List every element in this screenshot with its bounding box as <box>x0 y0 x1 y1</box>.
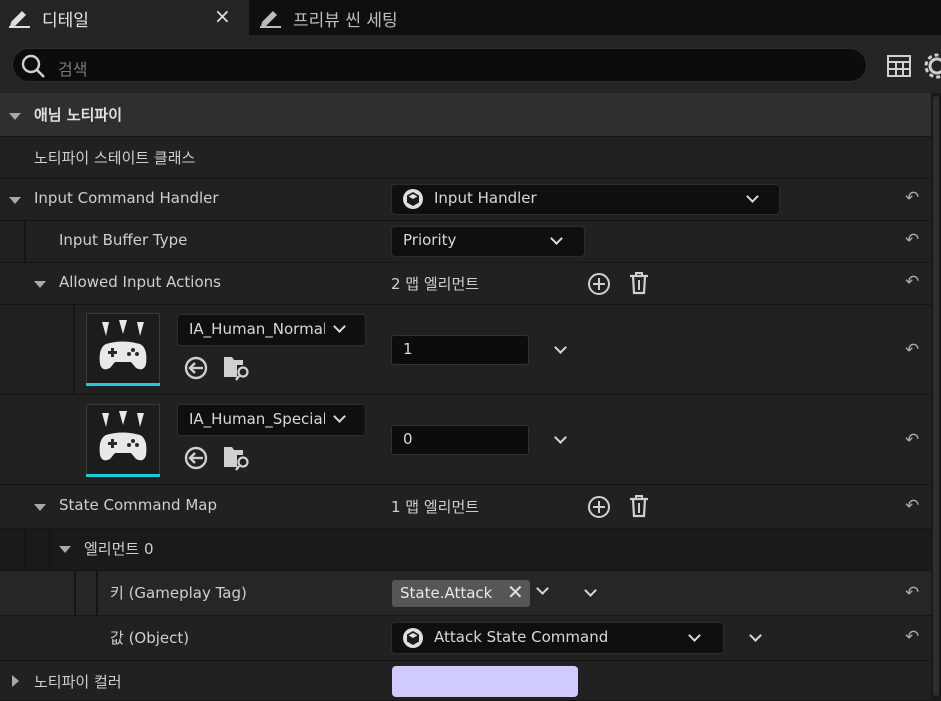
state-command-map-label: State Command Map <box>59 496 217 514</box>
expand-arrow-icon[interactable] <box>9 197 21 204</box>
input-handler-value: Input Handler <box>434 189 537 207</box>
search-input[interactable] <box>12 48 867 82</box>
trash-icon[interactable] <box>628 271 650 295</box>
collapse-arrow-icon[interactable] <box>9 113 21 120</box>
allowed-input-actions-count: 2 맵 엘리먼트 <box>391 275 480 293</box>
color-swatch[interactable] <box>392 666 578 697</box>
tab-details-label: 디테일 <box>42 11 89 31</box>
asset-type-underline <box>86 474 160 477</box>
use-selected-icon[interactable] <box>183 445 209 471</box>
collapse-arrow-icon[interactable] <box>12 675 19 687</box>
tab-details[interactable]: 디테일 × <box>0 0 249 35</box>
reset-icon[interactable]: ↶ <box>905 272 919 292</box>
reset-icon[interactable]: ↶ <box>905 430 919 450</box>
input-buffer-type-value: Priority <box>403 231 457 249</box>
gear-icon[interactable] <box>923 52 941 80</box>
gamepad-icon <box>99 411 147 461</box>
element-0-label: 엘리먼트 0 <box>84 540 154 558</box>
table-view-icon[interactable] <box>887 55 911 77</box>
gamepad-icon <box>99 320 147 370</box>
notify-state-class-label: 노티파이 스테이트 클래스 <box>34 149 196 167</box>
input-action-1-priority: 1 <box>403 340 413 358</box>
object-icon <box>403 628 423 648</box>
scrollbar-thumb[interactable] <box>933 96 939 696</box>
notify-color-label: 노티파이 컬러 <box>34 673 122 691</box>
close-icon[interactable]: × <box>214 4 231 28</box>
input-action-1-value: IA_Human_Normal <box>189 320 325 338</box>
category-label: 애님 노티파이 <box>34 106 123 124</box>
reset-icon[interactable]: ↶ <box>905 627 919 647</box>
reset-icon[interactable]: ↶ <box>905 583 919 603</box>
expand-arrow-icon[interactable] <box>59 546 71 553</box>
tab-preview-scene[interactable]: 프리뷰 씬 세팅 <box>249 0 941 35</box>
key-label: 키 (Gameplay Tag) <box>110 584 247 602</box>
reset-icon[interactable]: ↶ <box>905 496 919 516</box>
use-selected-icon[interactable] <box>183 355 209 381</box>
state-command-map-count: 1 맵 엘리먼트 <box>391 498 480 516</box>
add-element-icon[interactable] <box>587 495 611 519</box>
expand-arrow-icon[interactable] <box>34 281 46 288</box>
pencil-icon <box>9 11 30 28</box>
category-header[interactable] <box>0 93 931 137</box>
pencil-icon <box>260 11 281 28</box>
allowed-input-actions-label: Allowed Input Actions <box>59 273 221 291</box>
expand-arrow-icon[interactable] <box>34 504 46 511</box>
input-buffer-type-label: Input Buffer Type <box>59 231 188 249</box>
remove-tag-icon[interactable]: ✕ <box>507 580 524 604</box>
browse-folder-icon[interactable] <box>223 443 251 471</box>
tab-preview-label: 프리뷰 씬 세팅 <box>293 11 398 31</box>
trash-icon[interactable] <box>628 494 650 518</box>
reset-icon[interactable]: ↶ <box>905 340 919 360</box>
asset-type-underline <box>86 383 160 386</box>
add-element-icon[interactable] <box>587 272 611 296</box>
state-command-value: Attack State Command <box>434 628 609 646</box>
object-icon <box>403 189 423 209</box>
input-action-2-priority: 0 <box>403 430 413 448</box>
search-icon <box>21 54 45 78</box>
input-command-handler-label: Input Command Handler <box>34 189 219 207</box>
value-label: 값 (Object) <box>110 629 190 647</box>
browse-folder-icon[interactable] <box>223 353 251 381</box>
reset-icon[interactable]: ↶ <box>905 230 919 250</box>
reset-icon[interactable]: ↶ <box>905 188 919 208</box>
input-action-2-value: IA_Human_Special <box>189 410 325 428</box>
gameplay-tag-value: State.Attack <box>400 584 493 602</box>
search-placeholder: 검색 <box>58 60 88 79</box>
